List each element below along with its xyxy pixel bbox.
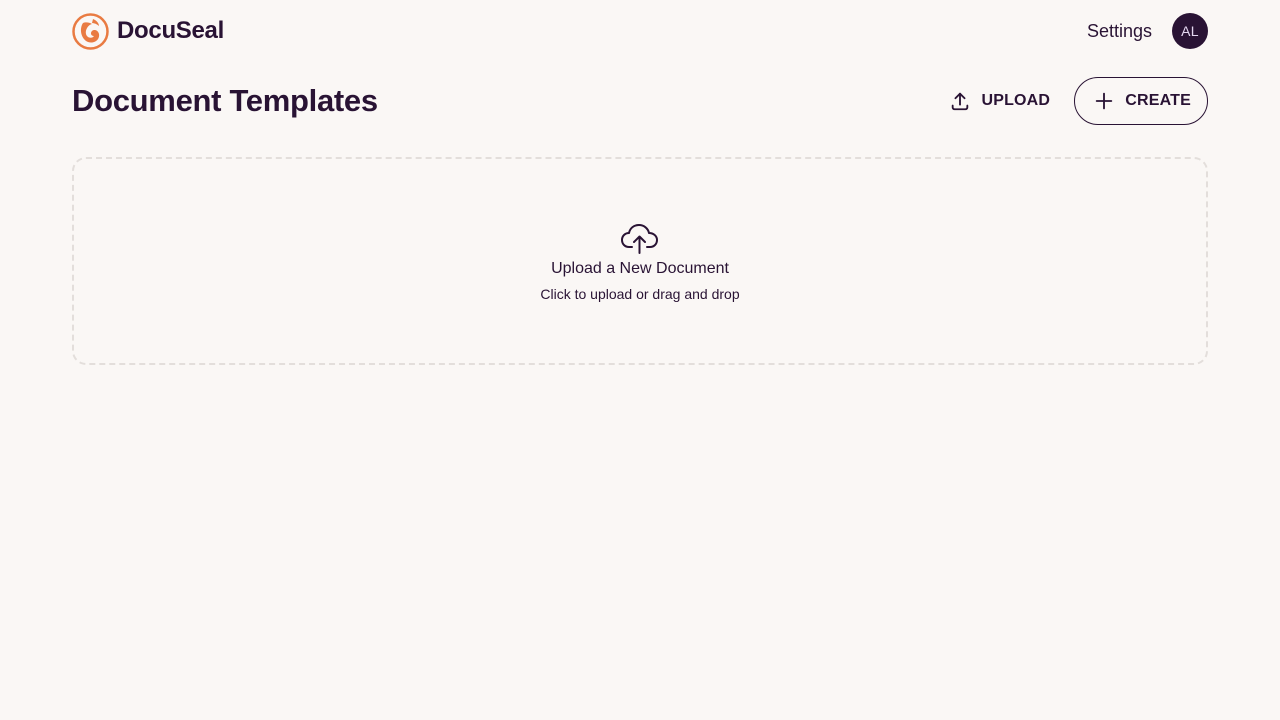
brand-link[interactable]: DocuSeal bbox=[72, 12, 224, 50]
upload-icon bbox=[949, 90, 971, 112]
user-avatar[interactable]: AL bbox=[1172, 13, 1208, 49]
docuseal-logo-icon bbox=[72, 12, 109, 50]
create-button[interactable]: CREATE bbox=[1074, 77, 1208, 125]
header-actions: UPLOAD CREATE bbox=[949, 77, 1208, 125]
cloud-upload-icon bbox=[620, 222, 660, 256]
brand-name: DocuSeal bbox=[117, 17, 224, 44]
page: DocuSeal Settings AL Document Templates … bbox=[0, 0, 1280, 720]
page-title: Document Templates bbox=[72, 83, 378, 118]
upload-dropzone[interactable]: Upload a New Document Click to upload or… bbox=[72, 157, 1208, 365]
header-row: Document Templates UPLOAD CREATE bbox=[72, 77, 1208, 125]
plus-icon bbox=[1093, 90, 1115, 112]
upload-button[interactable]: UPLOAD bbox=[949, 90, 1050, 112]
dropzone-subtitle: Click to upload or drag and drop bbox=[540, 286, 740, 302]
nav-right: Settings AL bbox=[1087, 13, 1208, 49]
create-button-label: CREATE bbox=[1125, 92, 1191, 109]
upload-button-label: UPLOAD bbox=[981, 92, 1051, 109]
top-navbar: DocuSeal Settings AL bbox=[72, 12, 1208, 50]
settings-link[interactable]: Settings bbox=[1087, 21, 1152, 42]
dropzone-title: Upload a New Document bbox=[551, 260, 729, 277]
